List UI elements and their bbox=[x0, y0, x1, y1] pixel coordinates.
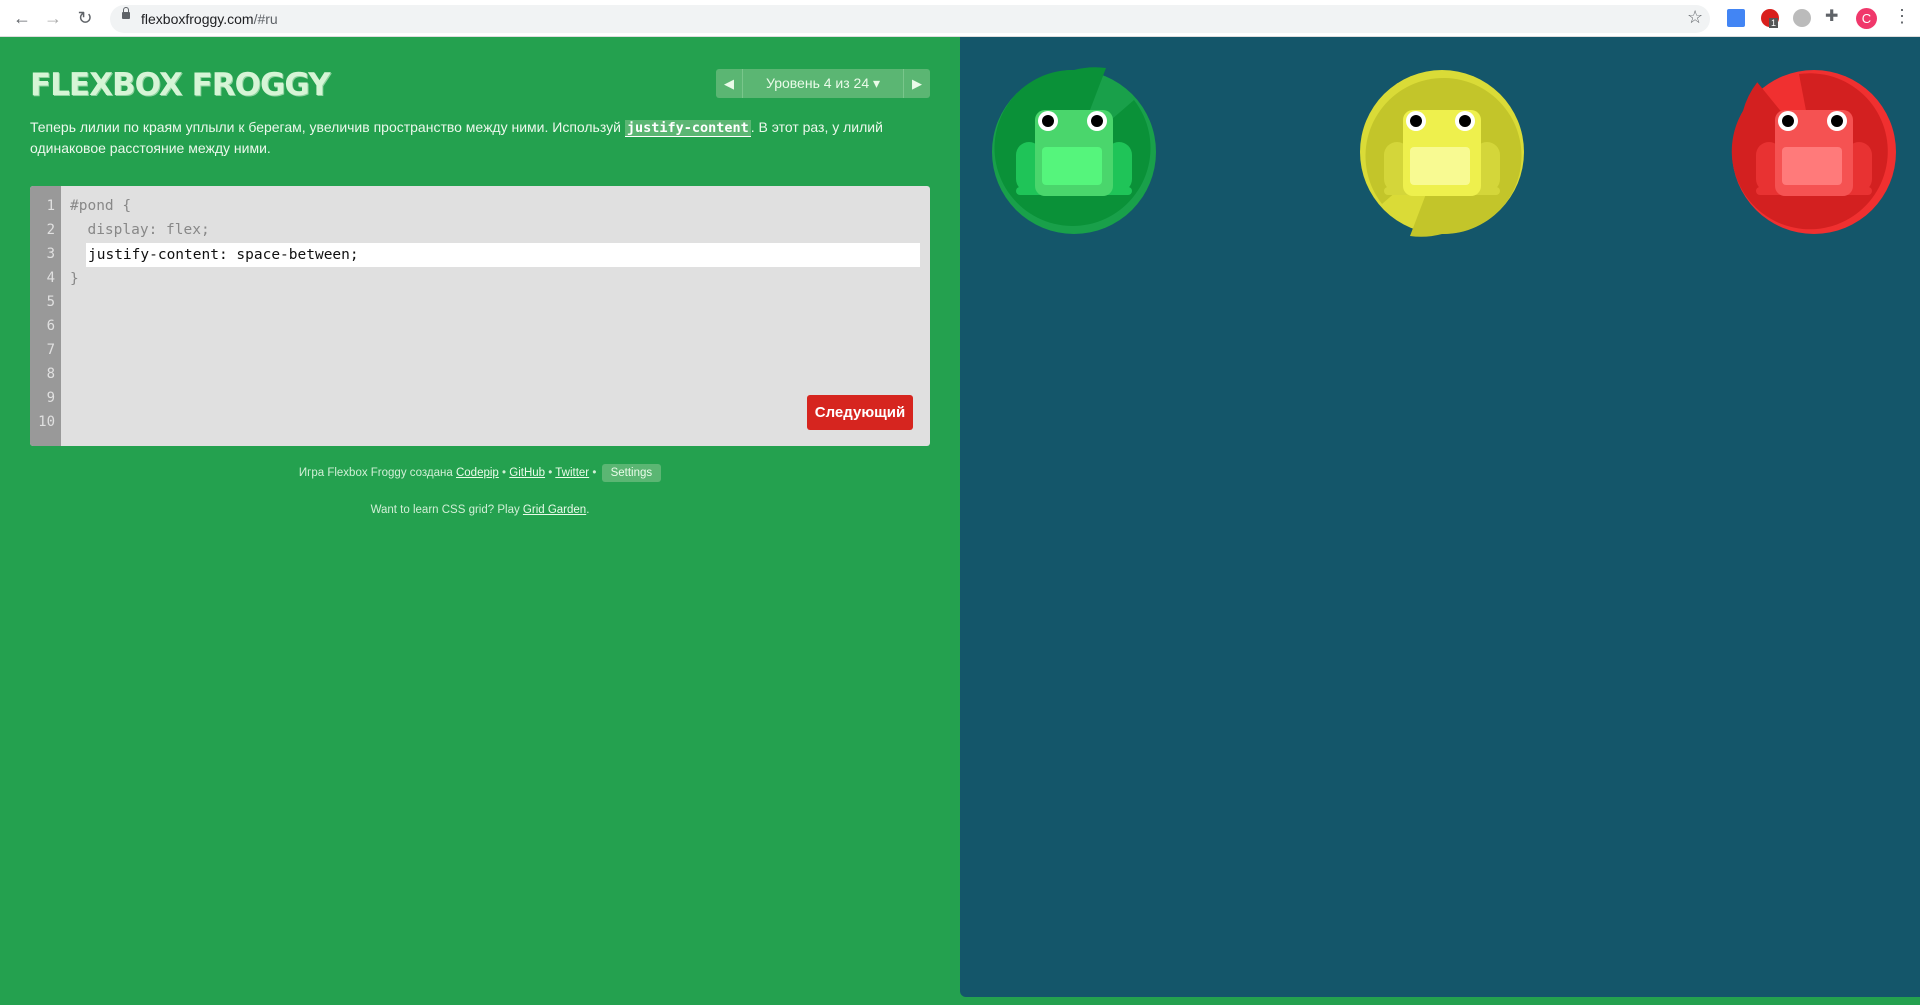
forward-icon[interactable]: → bbox=[43, 8, 63, 29]
avatar[interactable]: C bbox=[1856, 8, 1877, 29]
level-navigation: ◀ Уровень 4 из 24 ▾ ▶ bbox=[716, 69, 930, 98]
line-number: 7 bbox=[46, 342, 55, 358]
instructions-code[interactable]: justify-content bbox=[624, 120, 751, 137]
line-gutter: 1 2 3 4 5 6 7 8 9 10 bbox=[30, 186, 61, 446]
line-number: 9 bbox=[46, 390, 55, 406]
grid-garden-promo: Want to learn CSS grid? Play Grid Garden… bbox=[0, 504, 960, 516]
lilypad-green bbox=[984, 60, 1164, 240]
line-number: 2 bbox=[46, 222, 55, 238]
pond bbox=[960, 37, 1920, 997]
line-number: 5 bbox=[46, 294, 55, 310]
url-host: flexboxfroggy.com bbox=[141, 11, 254, 27]
grid-garden-link[interactable]: Grid Garden bbox=[523, 504, 586, 516]
code-line-2: display: flex; bbox=[70, 222, 210, 238]
globe-icon[interactable] bbox=[1793, 9, 1811, 27]
separator: • bbox=[589, 467, 600, 479]
url-path: /#ru bbox=[253, 11, 278, 27]
prev-level-button[interactable]: ◀ bbox=[716, 69, 743, 98]
promo-end: . bbox=[586, 504, 590, 516]
settings-button[interactable]: Settings bbox=[601, 464, 662, 482]
separator: • bbox=[545, 467, 556, 479]
lilypad-yellow bbox=[1352, 60, 1532, 240]
line-number: 8 bbox=[46, 366, 55, 382]
line-number: 1 bbox=[46, 198, 55, 214]
github-link[interactable]: GitHub bbox=[509, 467, 545, 479]
promo-text: Want to learn CSS grid? Play bbox=[370, 504, 523, 516]
adblock-icon[interactable]: 1 bbox=[1761, 9, 1779, 28]
css-input[interactable] bbox=[86, 243, 920, 267]
line-number: 6 bbox=[46, 318, 55, 334]
browser-toolbar: ← → ↻ flexboxfroggy.com/#ru ☆ 1 ✚ C ⋮ bbox=[0, 0, 1920, 37]
credit-text: Игра Flexbox Froggy создана bbox=[298, 467, 456, 479]
code-line-4: } bbox=[70, 271, 79, 287]
next-button[interactable]: Следующий bbox=[807, 395, 913, 430]
line-number: 3 bbox=[46, 246, 55, 262]
instructions: Теперь лилии по краям уплыли к берегам, … bbox=[30, 117, 930, 158]
game-panel: FLEXBOX FROGGY ◀ Уровень 4 из 24 ▾ ▶ Теп… bbox=[0, 37, 960, 1005]
twitter-link[interactable]: Twitter bbox=[555, 467, 589, 479]
frog-yellow-icon bbox=[1360, 70, 1524, 237]
separator: • bbox=[498, 467, 510, 479]
lock-icon[interactable] bbox=[122, 7, 130, 19]
code-editor: 1 2 3 4 5 6 7 8 9 10 #pond { display: flex; } Сле… bbox=[30, 186, 930, 446]
address-bar[interactable] bbox=[110, 5, 1710, 33]
badge-count: 1 bbox=[1769, 18, 1779, 28]
star-icon[interactable]: ☆ bbox=[1687, 7, 1703, 28]
puzzle-icon[interactable]: ✚ bbox=[1825, 6, 1843, 25]
code-line-1: #pond { bbox=[70, 198, 132, 214]
frog-green-icon bbox=[992, 67, 1156, 234]
reload-icon[interactable]: ↻ bbox=[75, 8, 95, 29]
lilypad-red bbox=[1724, 60, 1904, 240]
translate-icon[interactable] bbox=[1727, 9, 1745, 27]
frog-red-icon bbox=[1731, 70, 1896, 234]
logo: FLEXBOX FROGGY bbox=[30, 67, 331, 103]
line-number: 4 bbox=[46, 270, 55, 286]
instructions-text: Теперь лилии по краям уплыли к берегам, … bbox=[30, 119, 625, 135]
menu-icon[interactable]: ⋮ bbox=[1893, 6, 1911, 27]
next-level-button[interactable]: ▶ bbox=[903, 69, 930, 98]
url-text[interactable]: flexboxfroggy.com/#ru bbox=[141, 11, 278, 27]
back-icon[interactable]: ← bbox=[12, 8, 32, 29]
line-number: 10 bbox=[38, 414, 55, 430]
level-dropdown[interactable]: Уровень 4 из 24 ▾ bbox=[744, 69, 902, 98]
credits: Игра Flexbox Froggy создана Codepip • Gi… bbox=[0, 464, 960, 482]
codepip-link[interactable]: Codepip bbox=[456, 467, 499, 479]
